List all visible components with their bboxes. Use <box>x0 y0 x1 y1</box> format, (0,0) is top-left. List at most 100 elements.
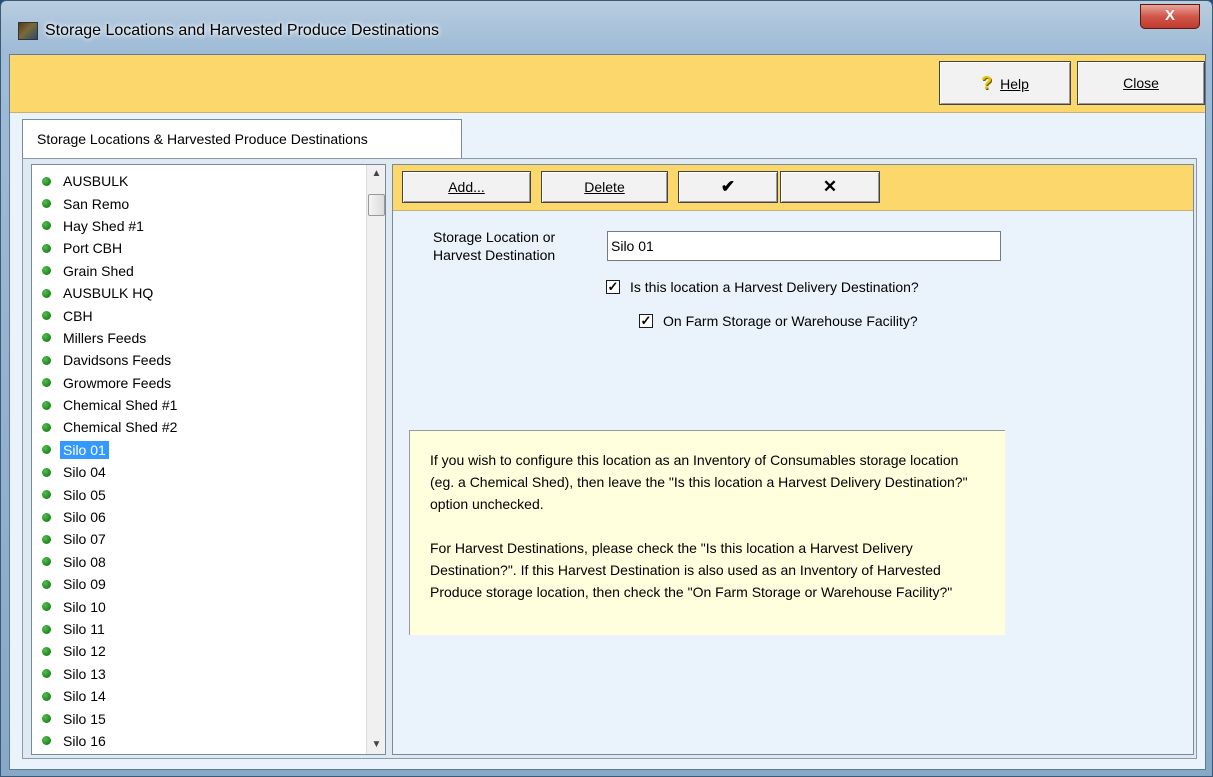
list-item-label: Port CBH <box>63 240 123 257</box>
list-item[interactable]: Silo 16 <box>32 730 366 752</box>
list-scrollbar[interactable]: ▲ ▼ <box>366 165 385 754</box>
list-item-label: AUSBULK <box>63 173 129 190</box>
green-dot-icon <box>42 512 51 522</box>
list-item[interactable]: Silo 13 <box>32 663 366 685</box>
harvest-destination-checkbox[interactable]: ✓ <box>606 280 620 294</box>
list-item[interactable]: CBH <box>32 304 366 326</box>
list-item-label: Silo 10 <box>63 598 106 615</box>
list-item[interactable]: Silo 17 <box>32 752 366 755</box>
list-item-label: AUSBULK HQ <box>63 285 154 302</box>
list-item-label: Chemical Shed #1 <box>63 397 178 414</box>
list-item[interactable]: Silo 04 <box>32 461 366 483</box>
help-label: Help <box>1000 76 1029 92</box>
list-item-label: Silo 06 <box>63 509 106 526</box>
list-item-label: Silo 14 <box>63 688 106 705</box>
list-item-label: Hay Shed #1 <box>63 217 144 234</box>
green-dot-icon <box>42 557 51 567</box>
list-item[interactable]: Port CBH <box>32 237 366 259</box>
list-item-label: Silo 11 <box>63 621 105 637</box>
locations-list[interactable]: AUSBULK San Remo Hay Shed #1 Port CBH Grain … <box>31 164 386 755</box>
list-item-label: Silo 04 <box>63 464 106 481</box>
save-button[interactable]: ✔ <box>678 171 778 203</box>
green-dot-icon <box>42 624 51 634</box>
location-name-label: Storage Location or Harvest Destination <box>433 228 603 264</box>
list-item-label: CBH <box>63 307 93 324</box>
green-dot-icon <box>42 490 51 500</box>
list-item[interactable]: Grain Shed <box>32 260 366 282</box>
list-item[interactable]: San Remo <box>32 192 366 214</box>
help-info-box: If you wish to configure this location a… <box>409 430 1005 635</box>
cancel-button[interactable]: ✕ <box>780 171 880 203</box>
info-paragraph-2: For Harvest Destinations, please check t… <box>430 540 953 600</box>
list-item[interactable]: Silo 07 <box>32 528 366 550</box>
farm-storage-checkbox[interactable]: ✓ <box>639 314 653 328</box>
list-item-label: San Remo <box>63 195 130 212</box>
green-dot-icon <box>42 602 51 612</box>
farm-storage-checkbox-row[interactable]: ✓ On Farm Storage or Warehouse Facility? <box>639 313 918 329</box>
green-dot-icon <box>42 199 51 209</box>
list-item-label: Davidsons Feeds <box>63 352 172 369</box>
close-label: Close <box>1123 75 1159 91</box>
list-item-label: Silo 13 <box>63 665 106 682</box>
list-item[interactable]: Silo 01 <box>32 439 366 461</box>
list-item[interactable]: Hay Shed #1 <box>32 215 366 237</box>
close-button[interactable]: Close <box>1077 61 1205 105</box>
add-button[interactable]: Add... <box>402 171 531 203</box>
title-bar[interactable]: Storage Locations and Harvested Produce … <box>1 1 1212 47</box>
farm-storage-checkbox-label: On Farm Storage or Warehouse Facility? <box>663 313 918 329</box>
list-item-label: Silo 16 <box>63 732 106 749</box>
green-dot-icon <box>42 669 51 679</box>
green-dot-icon <box>42 333 51 343</box>
list-item[interactable]: AUSBULK <box>32 170 366 192</box>
list-item-label: Silo 08 <box>63 553 106 570</box>
location-name-input[interactable] <box>607 231 1001 261</box>
list-item[interactable]: Millers Feeds <box>32 327 366 349</box>
list-item[interactable]: AUSBULK HQ <box>32 282 366 304</box>
list-item[interactable]: Silo 05 <box>32 483 366 505</box>
list-item[interactable]: Davidsons Feeds <box>32 349 366 371</box>
scroll-thumb[interactable] <box>368 194 385 216</box>
green-dot-icon <box>42 646 51 656</box>
scroll-up-icon[interactable]: ▲ <box>367 165 385 183</box>
green-dot-icon <box>42 288 51 298</box>
list-item[interactable]: Silo 08 <box>32 551 366 573</box>
list-item[interactable]: Chemical Shed #1 <box>32 394 366 416</box>
list-item[interactable]: Silo 11 <box>32 618 366 640</box>
list-item[interactable]: Silo 14 <box>32 685 366 707</box>
scroll-down-icon[interactable]: ▼ <box>367 736 385 754</box>
location-name-label-line1: Storage Location or <box>433 229 556 245</box>
green-dot-icon <box>42 714 51 724</box>
green-dot-icon <box>42 221 51 231</box>
green-dot-icon <box>42 736 51 746</box>
list-item[interactable]: Silo 06 <box>32 506 366 528</box>
list-item-label: Growmore Feeds <box>63 374 172 391</box>
green-dot-icon <box>42 422 51 432</box>
harvest-destination-checkbox-label: Is this location a Harvest Delivery Dest… <box>630 279 919 295</box>
delete-label: Delete <box>584 179 625 195</box>
window-close-icon[interactable]: X <box>1140 4 1200 29</box>
list-item-label: Chemical Shed #2 <box>63 419 178 436</box>
tab-storage-locations[interactable]: Storage Locations & Harvested Produce De… <box>22 119 462 160</box>
cross-icon: ✕ <box>822 177 838 196</box>
list-item[interactable]: Silo 10 <box>32 595 366 617</box>
list-item-label: Silo 05 <box>63 486 106 503</box>
main-window: Storage Locations and Harvested Produce … <box>0 0 1213 777</box>
list-items-container: AUSBULK San Remo Hay Shed #1 Port CBH Grain … <box>32 170 366 755</box>
delete-button[interactable]: Delete <box>541 171 668 203</box>
green-dot-icon <box>42 266 51 276</box>
green-dot-icon <box>42 467 51 477</box>
harvest-destination-checkbox-row[interactable]: ✓ Is this location a Harvest Delivery De… <box>606 279 919 295</box>
list-item[interactable]: Silo 15 <box>32 707 366 729</box>
list-item-label: Silo 09 <box>63 576 106 593</box>
green-dot-icon <box>42 579 51 589</box>
green-dot-icon <box>42 355 51 365</box>
list-item-label: Silo 17 <box>60 754 109 755</box>
checkmark-icon: ✔ <box>720 177 736 196</box>
list-item[interactable]: Silo 09 <box>32 573 366 595</box>
window-title: Storage Locations and Harvested Produce … <box>45 22 440 39</box>
help-button[interactable]: ? Help <box>939 61 1071 105</box>
list-item[interactable]: Growmore Feeds <box>32 372 366 394</box>
list-item[interactable]: Silo 12 <box>32 640 366 662</box>
list-item-label: Millers Feeds <box>63 329 147 346</box>
list-item[interactable]: Chemical Shed #2 <box>32 416 366 438</box>
